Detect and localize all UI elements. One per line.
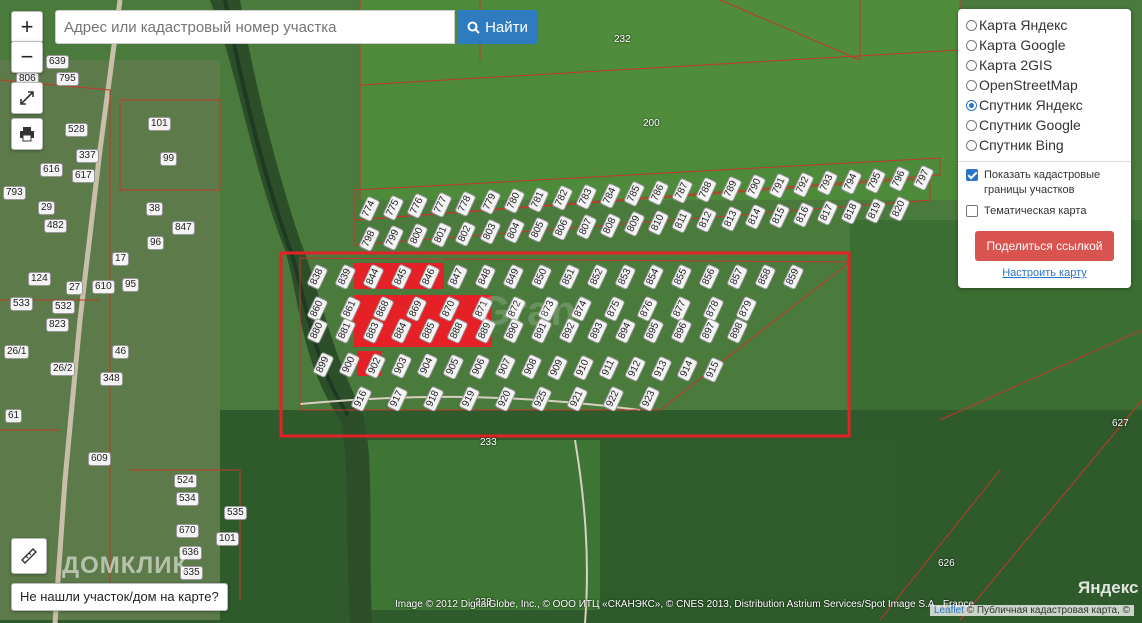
thematic-toggle[interactable]: Тематическая карта	[966, 204, 1123, 219]
parcel-number-label: 535	[224, 506, 247, 520]
layer-option[interactable]: Карта Google	[966, 35, 1123, 55]
parcel-number-label: 95	[122, 278, 140, 292]
parcel-number-label: 124	[28, 272, 51, 286]
share-link-button[interactable]: Поделиться ссылкой	[975, 231, 1114, 261]
parcel-number-label: 26/2	[50, 362, 76, 376]
checkbox-checked-icon[interactable]	[966, 169, 978, 181]
radio-empty-icon[interactable]	[966, 59, 977, 71]
parcel-number-label: 482	[44, 219, 67, 233]
parcel-number-label: 670	[176, 524, 199, 538]
layer-option[interactable]: Спутник Bing	[966, 135, 1123, 155]
watermark: Gran	[478, 287, 577, 334]
parcel-number-label: 626	[938, 558, 955, 569]
parcel-number-label: 610	[92, 280, 115, 294]
search-icon	[467, 21, 480, 34]
layer-panel: Карта Яндекс Карта Google Карта 2GIS OpenSt…	[958, 9, 1131, 288]
parcel-number-label: 528	[65, 123, 88, 137]
parcel-number-label: 847	[172, 221, 195, 235]
radio-empty-icon[interactable]	[966, 39, 977, 51]
parcel-number-label: 823	[46, 318, 69, 332]
layer-option-label: Спутник Яндекс	[979, 97, 1083, 113]
radio-empty-icon[interactable]	[966, 139, 977, 151]
ruler-button[interactable]	[11, 538, 47, 574]
layer-option[interactable]: Спутник Google	[966, 115, 1123, 135]
radio-empty-icon[interactable]	[966, 119, 977, 131]
parcel-number-label: 639	[46, 55, 69, 69]
search-input[interactable]	[55, 10, 455, 44]
layer-option[interactable]: Карта 2GIS	[966, 55, 1123, 75]
parcel-number-label: 61	[5, 409, 23, 423]
print-button[interactable]	[11, 118, 43, 150]
parcel-number-label: 609	[88, 452, 111, 466]
layer-option-label: Спутник Google	[979, 117, 1081, 133]
layer-option-label: Карта Яндекс	[979, 17, 1068, 33]
parcel-number-label: 96	[147, 236, 165, 250]
imagery-attribution: Image © 2012 DigitalGlobe, Inc., © ООО И…	[395, 599, 974, 610]
zoom-out-button[interactable]: −	[11, 41, 43, 73]
search-button-label: Найти	[485, 18, 528, 36]
not-found-button[interactable]: Не нашли участок/дом на карте?	[11, 583, 228, 611]
layer-option-label: Карта 2GIS	[979, 57, 1053, 73]
parcel-number-label: 29	[38, 201, 56, 215]
parcel-number-label: 627	[1112, 418, 1129, 429]
cadastre-toggle-label: Показать кадастровые границы участков	[984, 169, 1101, 196]
layer-option[interactable]: OpenStreetMap	[966, 75, 1123, 95]
parcel-number-label: 233	[480, 437, 497, 448]
radio-selected-icon[interactable]	[966, 99, 977, 111]
parcel-number-label: 524	[174, 474, 197, 488]
yandex-logo: Яндекс	[1078, 578, 1139, 597]
parcel-number-label: 38	[146, 202, 164, 216]
radio-empty-icon[interactable]	[966, 79, 977, 91]
parcel-number-label: 534	[176, 492, 199, 506]
ruler-icon	[21, 548, 37, 564]
parcel-number-label: 27	[66, 281, 84, 295]
domclick-logo: ДОМКЛИК	[62, 552, 189, 579]
print-icon	[20, 127, 34, 142]
parcel-number-label: 533	[10, 297, 33, 311]
thematic-toggle-label: Тематическая карта	[984, 205, 1087, 217]
parcel-number-label: 99	[160, 152, 178, 166]
layer-option-label: Спутник Bing	[979, 137, 1064, 153]
parcel-number-label: 617	[72, 169, 95, 183]
parcel-number-label: 26/1	[4, 345, 30, 359]
map-attribution: Leaflet © Публичная кадастровая карта, ©	[929, 605, 1134, 616]
parcel-number-label: 46	[112, 345, 130, 359]
parcel-number-label: 348	[100, 372, 123, 386]
parcel-number-label: 17	[112, 252, 130, 266]
parcel-number-label: 337	[76, 149, 99, 163]
layer-option-label: OpenStreetMap	[979, 77, 1078, 93]
zoom-in-button[interactable]: +	[11, 11, 43, 43]
layer-option[interactable]: Карта Яндекс	[966, 15, 1123, 35]
layer-option[interactable]: Спутник Яндекс	[966, 95, 1123, 115]
parcel-number-label: 795	[56, 72, 79, 86]
layer-option-label: Карта Google	[979, 37, 1066, 53]
checkbox-empty-icon[interactable]	[966, 205, 978, 217]
parcel-number-label: 232	[614, 34, 631, 45]
fullscreen-button[interactable]	[11, 82, 43, 114]
parcel-number-label: 200	[643, 118, 660, 129]
parcel-number-label: 101	[216, 532, 239, 546]
setup-map-link[interactable]: Настроить карту	[966, 267, 1123, 279]
parcel-number-label: 101	[148, 117, 171, 131]
parcel-number-label: 616	[40, 163, 63, 177]
parcel-number-label: 793	[3, 186, 26, 200]
cadastre-toggle[interactable]: Показать кадастровые границы участков	[966, 168, 1123, 198]
pkk-attribution: © Публичная кадастровая карта, ©	[966, 605, 1130, 616]
expand-icon	[20, 91, 34, 105]
radio-empty-icon[interactable]	[966, 19, 977, 31]
leaflet-link[interactable]: Leaflet	[934, 605, 964, 616]
search-button[interactable]: Найти	[457, 10, 538, 44]
layer-options: Карта Яндекс Карта Google Карта 2GIS OpenSt…	[966, 15, 1123, 155]
parcel-number-label: 532	[52, 300, 75, 314]
